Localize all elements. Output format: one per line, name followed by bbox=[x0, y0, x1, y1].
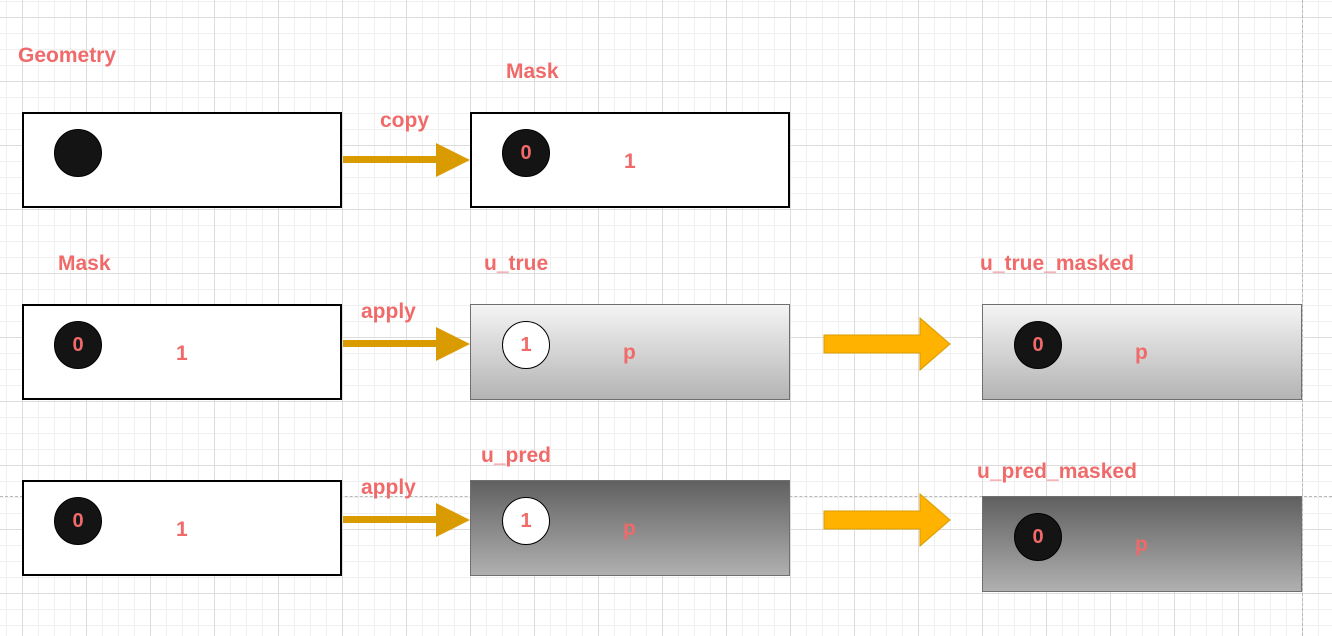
result-arrow-row2 bbox=[823, 316, 951, 372]
apply-arrow-row3 bbox=[343, 503, 470, 537]
result-arrow-row3 bbox=[823, 492, 951, 548]
apply-arrow-row2 bbox=[343, 327, 470, 361]
arrows-layer bbox=[343, 143, 951, 548]
copy-arrow bbox=[343, 143, 470, 177]
